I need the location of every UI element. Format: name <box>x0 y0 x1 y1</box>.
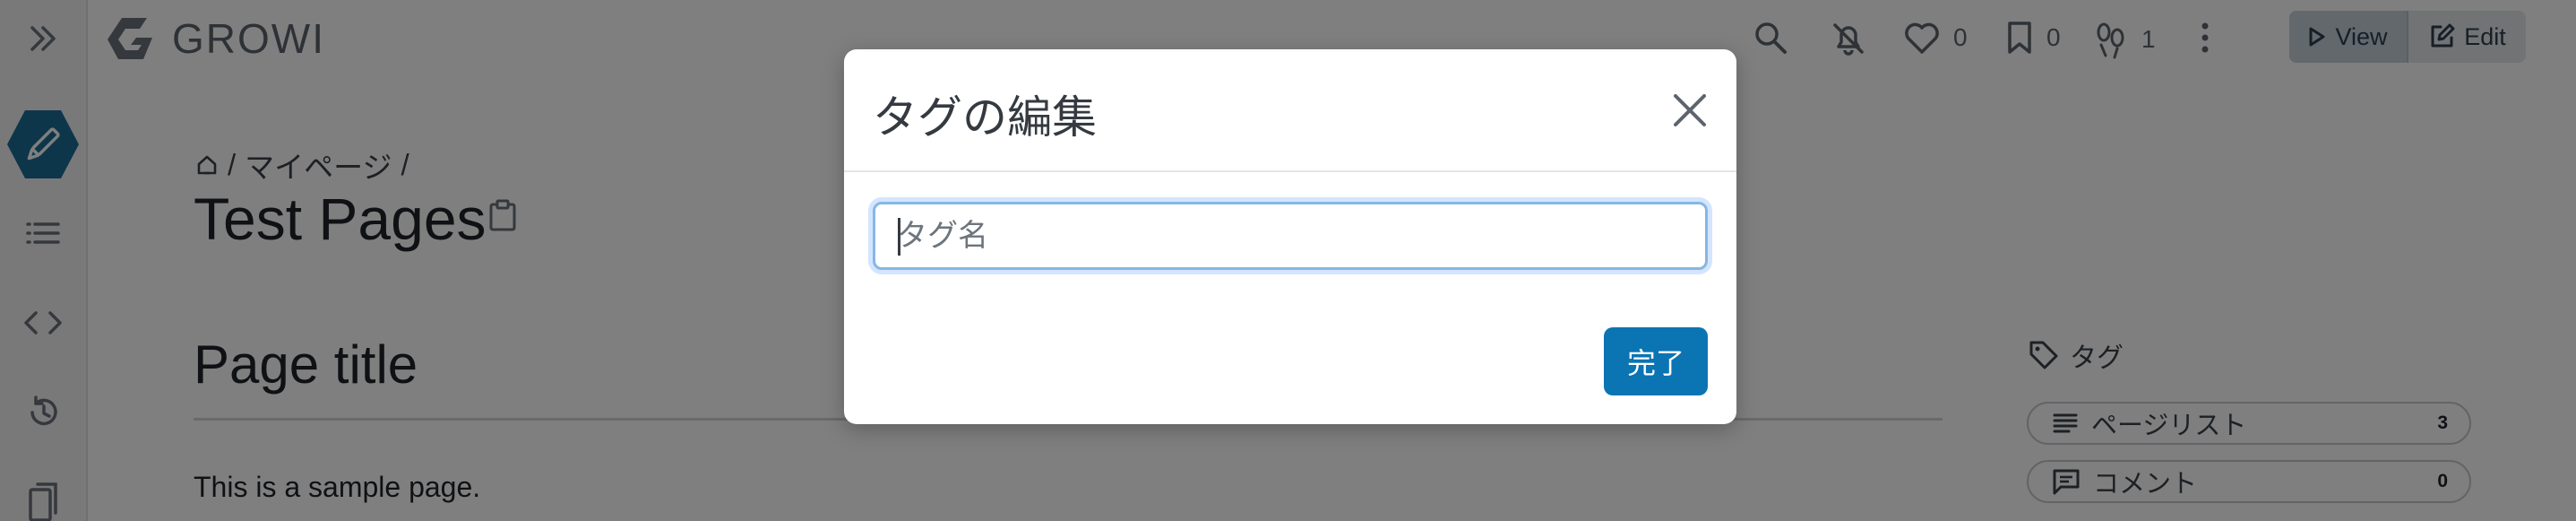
modal-header-divider <box>844 170 1736 172</box>
done-button[interactable]: 完了 <box>1604 327 1708 395</box>
text-caret <box>898 218 900 256</box>
edit-tags-modal: タグの編集 完了 <box>844 49 1736 424</box>
tag-name-input[interactable] <box>873 202 1708 270</box>
close-button[interactable] <box>1670 91 1710 130</box>
close-icon <box>1674 94 1706 126</box>
modal-title: タグの編集 <box>873 92 1097 143</box>
